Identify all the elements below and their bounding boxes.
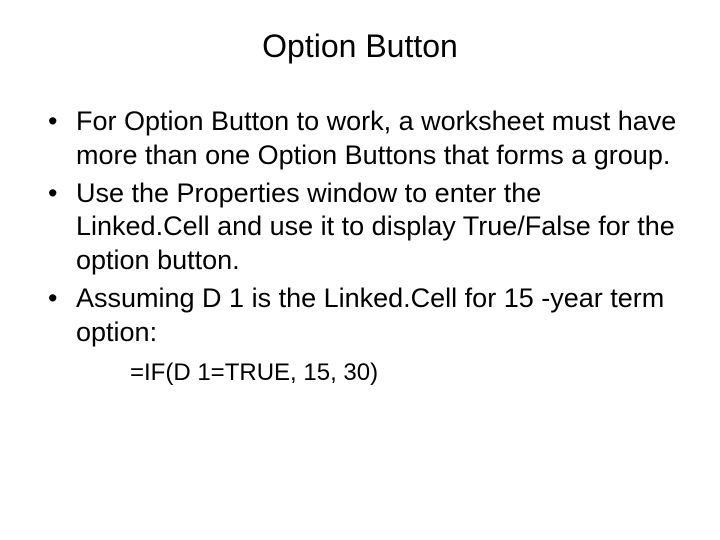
slide-title: Option Button <box>40 28 680 65</box>
bullet-item: Assuming D 1 is the Linked.Cell for 15 -… <box>48 282 680 350</box>
bullet-item: For Option Button to work, a worksheet m… <box>48 105 680 173</box>
slide: Option Button For Option Button to work,… <box>0 0 720 540</box>
bullet-item: Use the Properties window to enter the L… <box>48 177 680 278</box>
bullet-list: For Option Button to work, a worksheet m… <box>40 105 680 349</box>
formula-text: =IF(D 1=TRUE, 15, 30) <box>130 357 680 388</box>
